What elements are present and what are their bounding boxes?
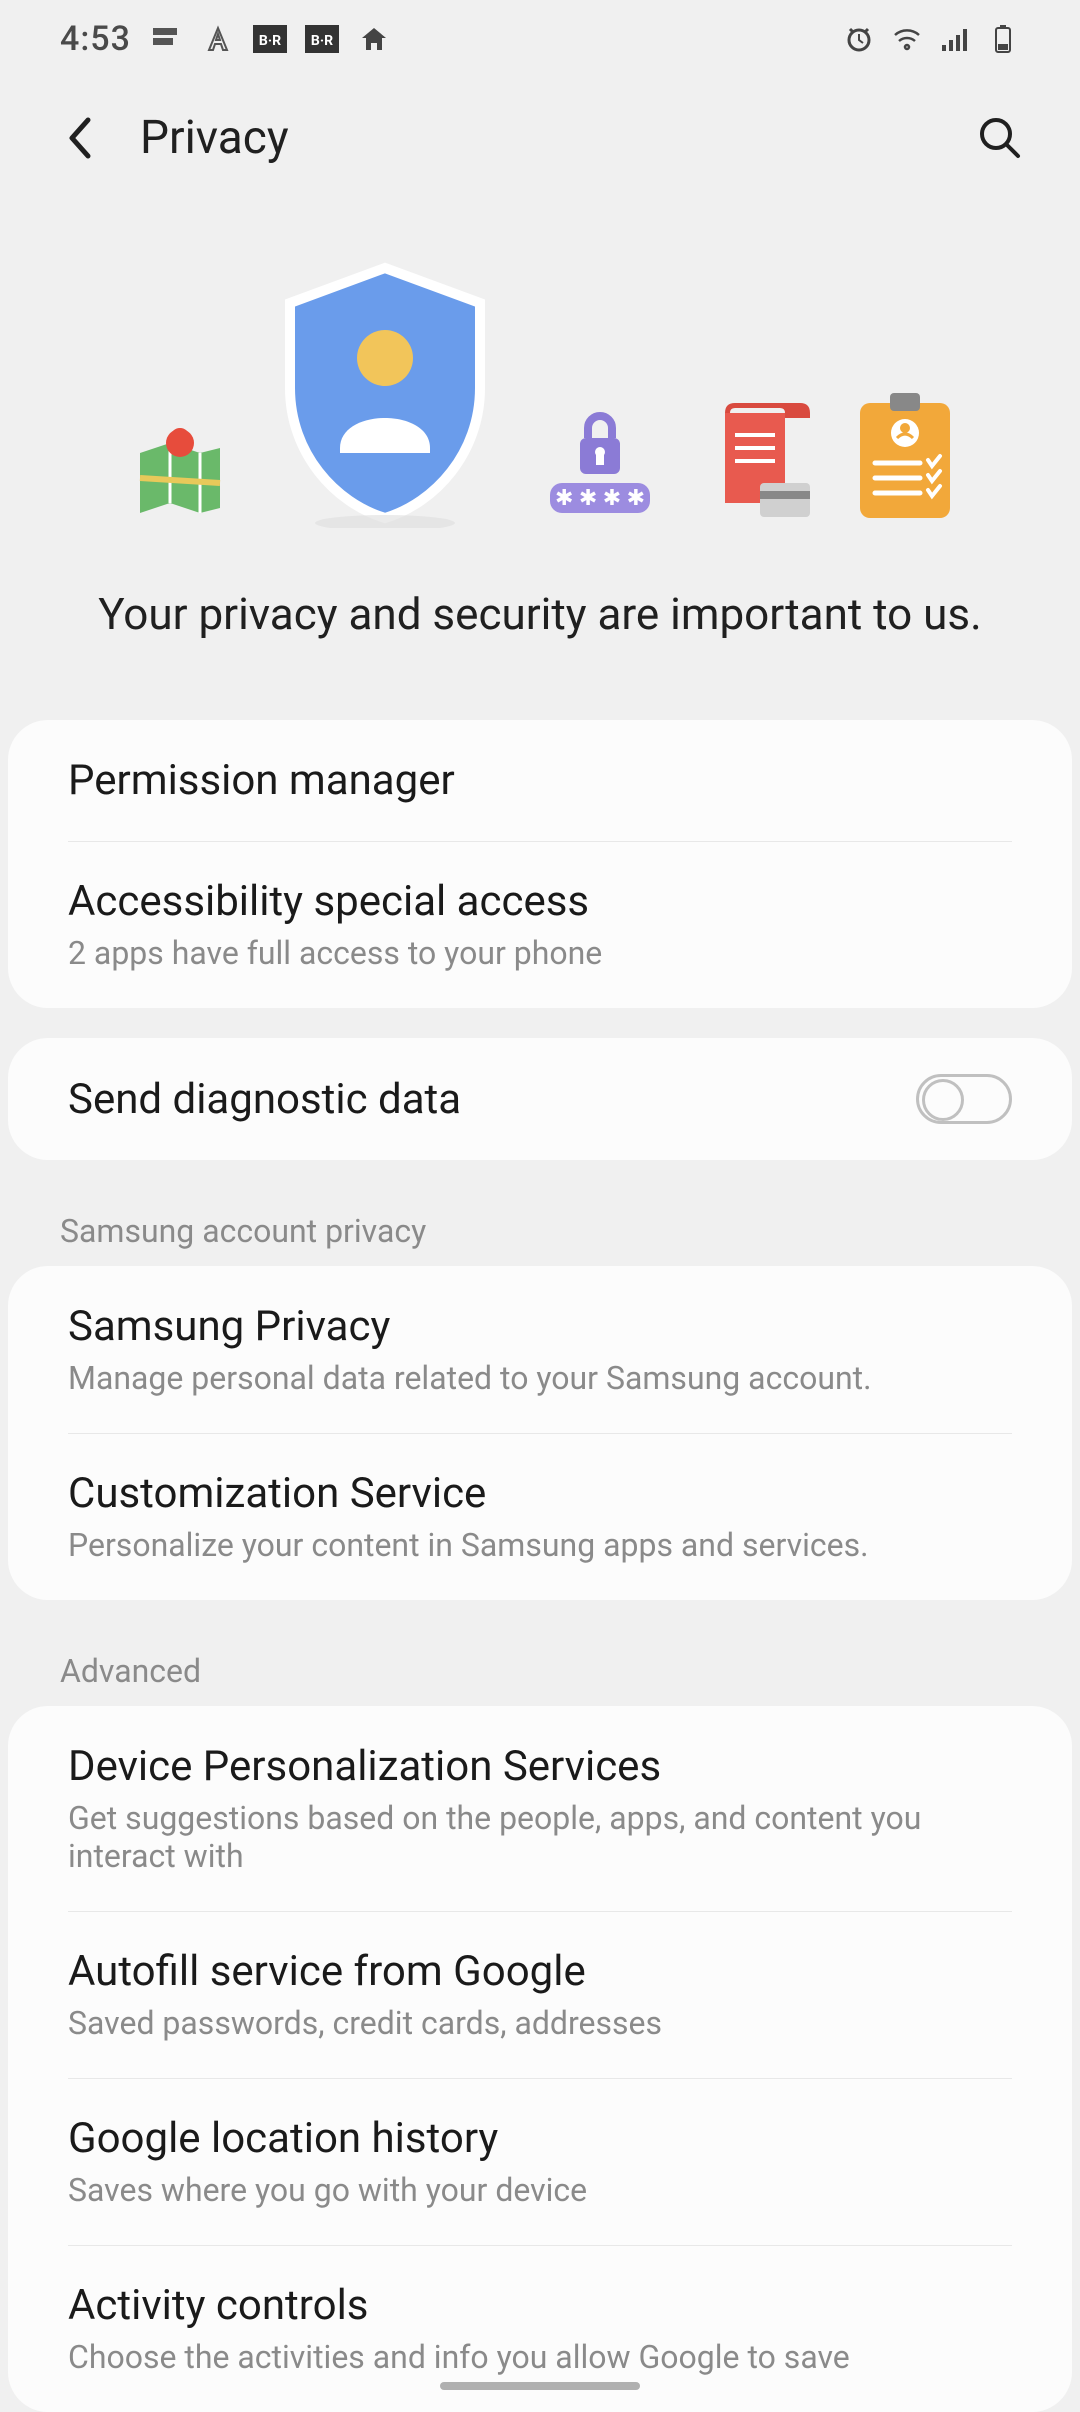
diagnostic-toggle[interactable] <box>916 1074 1012 1124</box>
home-icon <box>357 22 391 56</box>
row-send-diagnostic-data[interactable]: Send diagnostic data <box>8 1038 1072 1160</box>
shield-privacy-icon <box>270 258 500 528</box>
app-bar: Privacy <box>0 78 1080 198</box>
navigation-handle[interactable] <box>440 2382 640 2390</box>
card-samsung-privacy: Samsung Privacy Manage personal data rel… <box>8 1266 1072 1600</box>
row-title: Send diagnostic data <box>68 1075 461 1124</box>
row-device-personalization[interactable]: Device Personalization Services Get sugg… <box>8 1706 1072 1911</box>
row-title: Permission manager <box>68 756 1012 805</box>
battery-icon <box>986 22 1020 56</box>
hero-tagline: Your privacy and security are important … <box>40 588 1040 640</box>
row-title: Accessibility special access <box>68 877 1012 926</box>
alarm-icon <box>842 22 876 56</box>
svg-text:✱ ✱ ✱ ✱: ✱ ✱ ✱ ✱ <box>555 486 645 511</box>
status-time: 4:53 <box>60 19 131 59</box>
receipt-icon <box>700 398 820 528</box>
svg-text:B·R: B·R <box>259 33 281 49</box>
row-permission-manager[interactable]: Permission manager <box>8 720 1072 841</box>
row-title: Autofill service from Google <box>68 1947 1012 1996</box>
status-bar: 4:53 B·R B·R <box>0 0 1080 78</box>
row-subtitle: Choose the activities and info you allow… <box>68 2338 1012 2376</box>
wifi-icon <box>890 22 924 56</box>
map-icon <box>120 408 240 528</box>
app-icon-a <box>201 22 235 56</box>
section-header-advanced: Advanced <box>0 1630 1080 1706</box>
chevron-left-icon <box>62 114 98 162</box>
app-icon-e <box>149 22 183 56</box>
row-subtitle: Manage personal data related to your Sam… <box>68 1359 1012 1397</box>
app-icon-br: B·R <box>253 22 287 56</box>
status-right <box>842 22 1020 56</box>
row-subtitle: Personalize your content in Samsung apps… <box>68 1526 1012 1564</box>
row-title: Samsung Privacy <box>68 1302 1012 1351</box>
search-icon <box>976 114 1024 162</box>
card-advanced: Device Personalization Services Get sugg… <box>8 1706 1072 2412</box>
card-permissions: Permission manager Accessibility special… <box>8 720 1072 1008</box>
row-subtitle: Get suggestions based on the people, app… <box>68 1799 1012 1875</box>
row-autofill-google[interactable]: Autofill service from Google Saved passw… <box>8 1911 1072 2078</box>
row-subtitle: Saved passwords, credit cards, addresses <box>68 2004 1012 2042</box>
row-subtitle: 2 apps have full access to your phone <box>68 934 1012 972</box>
checklist-icon <box>850 388 960 528</box>
row-title: Activity controls <box>68 2281 1012 2330</box>
svg-text:B·R: B·R <box>311 33 333 49</box>
row-customization-service[interactable]: Customization Service Personalize your c… <box>8 1433 1072 1600</box>
page-title: Privacy <box>140 111 940 165</box>
signal-icon <box>938 22 972 56</box>
row-title: Device Personalization Services <box>68 1742 1012 1791</box>
row-google-location-history[interactable]: Google location history Saves where you … <box>8 2078 1072 2245</box>
hero-illustration: ✱ ✱ ✱ ✱ <box>40 258 1040 528</box>
section-header-samsung: Samsung account privacy <box>0 1190 1080 1266</box>
row-accessibility-special-access[interactable]: Accessibility special access 2 apps have… <box>8 841 1072 1008</box>
app-icon-br2: B·R <box>305 22 339 56</box>
back-button[interactable] <box>50 108 110 168</box>
status-left: 4:53 B·R B·R <box>60 19 391 59</box>
row-title: Customization Service <box>68 1469 1012 1518</box>
search-button[interactable] <box>970 108 1030 168</box>
hero-section: ✱ ✱ ✱ ✱ Your privacy and security are im… <box>0 198 1080 720</box>
card-diagnostic: Send diagnostic data <box>8 1038 1072 1160</box>
password-lock-icon: ✱ ✱ ✱ ✱ <box>530 388 670 528</box>
row-title: Google location history <box>68 2114 1012 2163</box>
row-samsung-privacy[interactable]: Samsung Privacy Manage personal data rel… <box>8 1266 1072 1433</box>
row-subtitle: Saves where you go with your device <box>68 2171 1012 2209</box>
